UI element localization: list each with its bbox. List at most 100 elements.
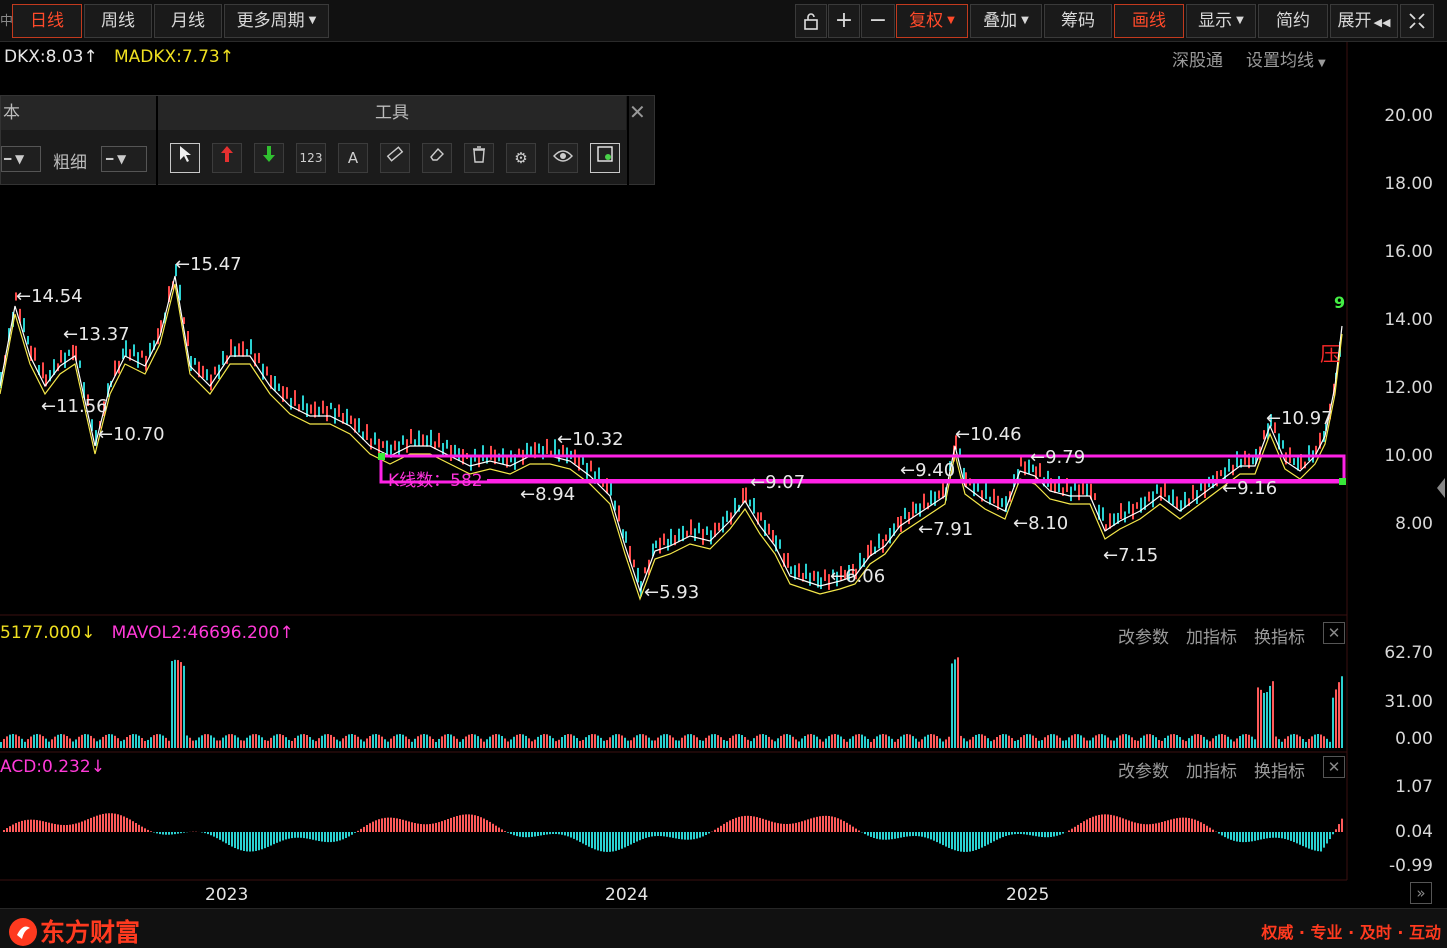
macd-bar: [492, 823, 494, 832]
macd-bar: [3, 829, 5, 832]
macd-bar: [960, 832, 962, 852]
select-cursor-icon[interactable]: [170, 143, 200, 173]
volume-bar: [834, 734, 836, 748]
down-arrow-icon[interactable]: [254, 143, 284, 173]
candle: [610, 482, 612, 496]
volume-bar: [111, 734, 113, 748]
drag-handle[interactable]: [1339, 478, 1346, 485]
volume-bar: [552, 738, 554, 748]
volume-bar: [858, 734, 860, 748]
vol-switch-indicator[interactable]: 换指标: [1254, 623, 1305, 648]
volume-bar: [240, 740, 242, 748]
drag-handle[interactable]: [378, 453, 385, 460]
volume-bar: [1074, 734, 1076, 748]
volume-bar: [1140, 737, 1142, 748]
volume-bar: [951, 663, 953, 748]
candle: [42, 362, 44, 379]
candle: [246, 349, 248, 356]
volume-bar: [900, 736, 902, 748]
volume-bar: [1149, 734, 1151, 748]
eraser-icon[interactable]: [422, 143, 452, 173]
ruler-icon[interactable]: [380, 143, 410, 173]
macd-bar: [696, 832, 698, 839]
volume-bar: [525, 735, 527, 748]
macd-bar: [321, 832, 323, 842]
macd-bar: [276, 832, 278, 843]
close-icon[interactable]: ✕: [1323, 756, 1345, 778]
macd-bar: [1188, 818, 1190, 832]
gear-icon[interactable]: ⚙: [506, 143, 536, 173]
macd-bar: [1230, 832, 1232, 840]
macd-bar: [438, 822, 440, 832]
volume-bar: [876, 736, 878, 748]
volume-bar: [645, 735, 647, 748]
macd-bar: [930, 832, 932, 840]
volume-bar: [828, 736, 830, 748]
volume-bar: [213, 737, 215, 748]
slogan: 权威 · 专业 · 及时 · 互动: [1261, 923, 1441, 942]
volume-bar: [693, 735, 695, 748]
close-icon[interactable]: ✕: [1323, 622, 1345, 644]
volume-bar: [942, 741, 944, 748]
volume-bar: [39, 734, 41, 748]
volume-bar: [591, 734, 593, 748]
macd-bar: [945, 832, 947, 847]
number-tool-icon[interactable]: 123: [296, 143, 326, 173]
thickness-select[interactable]: ━ ▼: [101, 146, 147, 172]
macd-bar: [390, 817, 392, 832]
volume-bar: [1224, 734, 1226, 748]
volume-bar: [444, 734, 446, 748]
volume-bar: [420, 734, 422, 748]
volume-bar: [684, 735, 686, 748]
macd-bar: [1266, 832, 1268, 839]
macd-add-indicator[interactable]: 加指标: [1186, 757, 1237, 782]
volume-bar: [1323, 736, 1325, 748]
volume-bar: [906, 734, 908, 748]
line-style-select[interactable]: ━ ▼: [1, 146, 41, 172]
volume-bar: [102, 736, 104, 748]
volume-bar: [1020, 737, 1022, 748]
candle: [878, 533, 880, 549]
double-right-icon[interactable]: »: [1410, 882, 1432, 904]
volume-bar: [1047, 735, 1049, 748]
volume-bar: [726, 740, 728, 748]
volume-bar: [297, 735, 299, 748]
volume-bar: [579, 740, 581, 748]
up-arrow-icon[interactable]: [212, 143, 242, 173]
eye-icon[interactable]: [548, 143, 578, 173]
macd-bar: [1140, 823, 1142, 832]
candle: [438, 432, 440, 448]
volume-bar: [411, 741, 413, 748]
volume-bar: [780, 735, 782, 748]
macd-bar: [387, 817, 389, 832]
volume-bar: [750, 741, 752, 748]
volume-bar: [789, 734, 791, 748]
panel-divider: [156, 96, 158, 186]
macd-switch-indicator[interactable]: 换指标: [1254, 757, 1305, 782]
volume-bar: [1212, 738, 1214, 748]
macd-bar: [546, 832, 548, 835]
snapshot-icon[interactable]: [590, 143, 620, 173]
macd-bar: [1002, 832, 1004, 838]
candle: [426, 435, 428, 447]
volume-bar: [435, 741, 437, 748]
vol-add-indicator[interactable]: 加指标: [1186, 623, 1237, 648]
collapse-panel-icon[interactable]: [1437, 478, 1445, 498]
volume-bar: [807, 734, 809, 748]
macd-bar: [1038, 832, 1040, 837]
drawn-box[interactable]: [379, 454, 1346, 484]
macd-bar: [1245, 832, 1247, 843]
vol-change-params[interactable]: 改参数: [1118, 623, 1169, 648]
macd-bar: [99, 814, 101, 832]
volume-bar: [954, 659, 956, 748]
volume-bar: [945, 739, 947, 748]
volume-bar: [30, 736, 32, 748]
close-icon[interactable]: ✕: [629, 100, 646, 124]
candle: [698, 522, 700, 534]
macd-bar: [555, 832, 557, 835]
text-tool-icon[interactable]: A: [338, 143, 368, 173]
trash-icon[interactable]: [464, 143, 494, 173]
macd-change-params[interactable]: 改参数: [1118, 757, 1169, 782]
volume-bar: [81, 734, 83, 748]
volume-bar: [93, 738, 95, 748]
